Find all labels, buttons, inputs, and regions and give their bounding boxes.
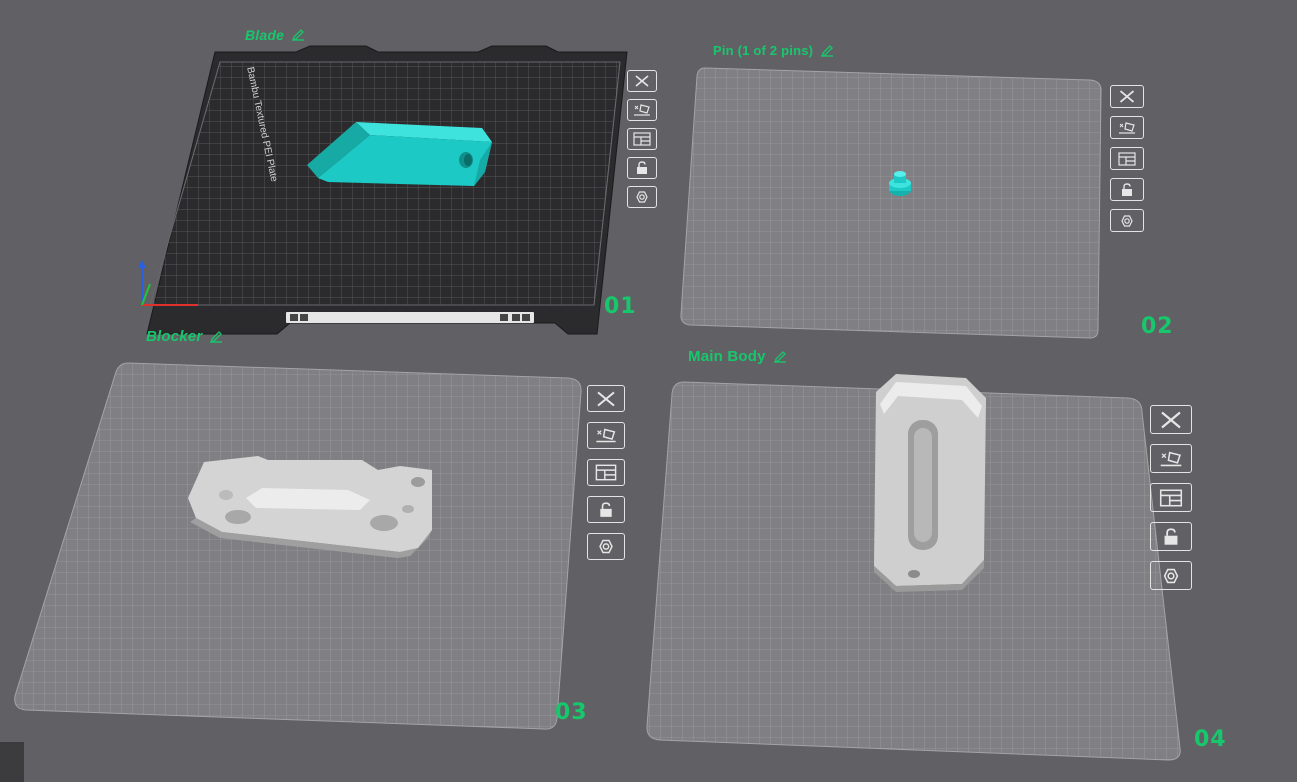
plate-2-lock-button[interactable] [1110,178,1144,201]
plate-2-bed[interactable] [680,67,1102,339]
plate-4-delete-button[interactable] [1150,405,1192,434]
plate-1-name[interactable]: Blade [245,27,306,43]
settings-icon [1121,214,1133,227]
plate-2-toolbar [1110,85,1144,232]
arrange-icon [1118,151,1136,166]
plate-2-orient-button[interactable] [1110,116,1144,139]
plate-3-settings-button[interactable] [587,533,625,560]
arrange-icon [633,132,651,146]
plate-2-settings-button[interactable] [1110,209,1144,232]
edit-pencil-icon[interactable] [208,330,224,343]
settings-icon [1163,568,1179,583]
plate-4-orient-button[interactable] [1150,444,1192,473]
auto-orient-icon [634,104,650,116]
plate-3-number: 03 [555,700,588,725]
close-icon [1119,90,1135,103]
plate-4-number: 04 [1194,727,1227,752]
plate-3-name-text: Blocker [146,328,203,345]
plate-1-delete-button[interactable] [627,70,657,92]
plate-3-arrange-button[interactable] [587,459,625,486]
auto-orient-icon [596,428,616,443]
plate-2-number: 02 [1141,314,1174,339]
plate-1-name-text: Blade [245,27,285,43]
plate-4-name-text: Main Body [688,348,766,365]
lock-icon [637,161,647,174]
plate-1-bed[interactable] [146,45,628,335]
auto-orient-icon [1119,121,1135,134]
plate-3-delete-button[interactable] [587,385,625,412]
plate-2-name-text: Pin (1 of 2 pins) [713,43,814,58]
close-icon [1161,411,1181,428]
arrange-icon [595,464,617,481]
plate-2-delete-button[interactable] [1110,85,1144,108]
model-main-body[interactable] [874,374,986,592]
plate-2-name[interactable]: Pin (1 of 2 pins) [713,43,835,58]
plate-1-arrange-button[interactable] [627,128,657,150]
plate-4-toolbar [1150,405,1192,590]
plate-4-arrange-button[interactable] [1150,483,1192,512]
settings-icon [636,191,648,203]
plate-4-settings-button[interactable] [1150,561,1192,590]
plate-1-settings-button[interactable] [627,186,657,208]
plate-3-orient-button[interactable] [587,422,625,449]
corner-panel [0,742,24,782]
edit-pencil-icon[interactable] [819,44,835,57]
plate-1-info-strip [286,312,534,323]
plate-1-orient-button[interactable] [627,99,657,121]
lock-icon [1164,527,1178,545]
close-icon [597,391,615,406]
plate-4-lock-button[interactable] [1150,522,1192,551]
plate-4-name[interactable]: Main Body [688,348,788,365]
plate-3-name[interactable]: Blocker [146,328,224,345]
lock-icon [1122,182,1132,196]
settings-icon [599,539,613,554]
lock-icon [600,501,612,517]
plate-1-toolbar [627,70,657,208]
plate-3-lock-button[interactable] [587,496,625,523]
plate-2-arrange-button[interactable] [1110,147,1144,170]
edit-pencil-icon[interactable] [772,350,788,363]
edit-pencil-icon[interactable] [290,29,306,41]
auto-orient-icon [1160,451,1182,466]
plate-1-number: 01 [604,294,637,319]
plate-3-toolbar [587,385,625,560]
arrange-icon [1159,489,1183,506]
plate-1-lock-button[interactable] [627,157,657,179]
close-icon [635,75,649,87]
